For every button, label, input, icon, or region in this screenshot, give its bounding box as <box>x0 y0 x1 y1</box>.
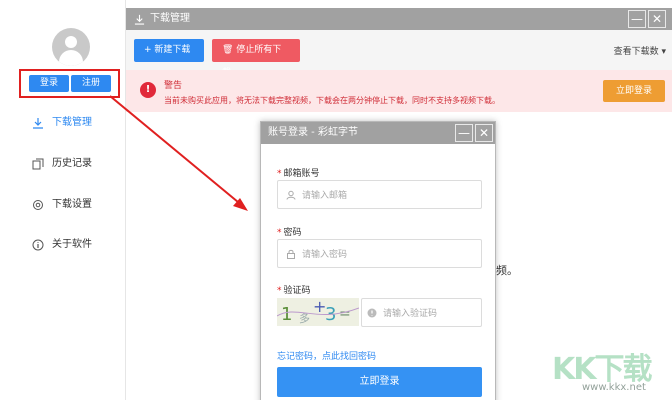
lock-icon <box>286 249 296 259</box>
dialog-minimize-button[interactable]: — <box>455 124 473 142</box>
forgot-password-link[interactable]: 忘记密码，点此找回密码 <box>277 349 376 362</box>
password-label-text: 密码 <box>283 228 302 238</box>
login-dialog: 账号登录 - 彩虹字节 — ✕ * 邮箱账号 请输入邮箱 * 密码 请输入密码 * 验… <box>260 121 496 400</box>
shield-icon <box>367 308 377 318</box>
email-placeholder: 请输入邮箱 <box>302 191 348 201</box>
dialog-title: 账号登录 - 彩虹字节 <box>268 127 358 138</box>
login-submit-button[interactable]: 立即登录 <box>277 367 482 397</box>
password-placeholder: 请输入密码 <box>302 250 348 260</box>
user-icon <box>286 190 296 200</box>
captcha-label-text: 验证码 <box>283 286 311 296</box>
kk-watermark-logo: KK下载 www.kkx.net <box>542 342 670 398</box>
svg-text:1: 1 <box>281 304 292 325</box>
dialog-titlebar: 账号登录 - 彩虹字节 — ✕ <box>261 122 495 144</box>
watermark-url: www.kkx.net <box>582 382 646 393</box>
email-field[interactable]: 请输入邮箱 <box>277 180 482 209</box>
email-label: * 邮箱账号 <box>277 169 320 179</box>
captcha-image[interactable]: 1 多 + 3 = <box>277 298 359 326</box>
password-field[interactable]: 请输入密码 <box>277 239 482 268</box>
captcha-label: * 验证码 <box>277 286 311 296</box>
captcha-input[interactable]: 请输入验证码 <box>361 298 482 327</box>
email-label-text: 邮箱账号 <box>283 169 320 179</box>
captcha-placeholder: 请输入验证码 <box>383 309 438 319</box>
password-label: * 密码 <box>277 228 302 238</box>
dialog-close-button[interactable]: ✕ <box>475 124 493 142</box>
svg-text:=: = <box>339 306 351 322</box>
